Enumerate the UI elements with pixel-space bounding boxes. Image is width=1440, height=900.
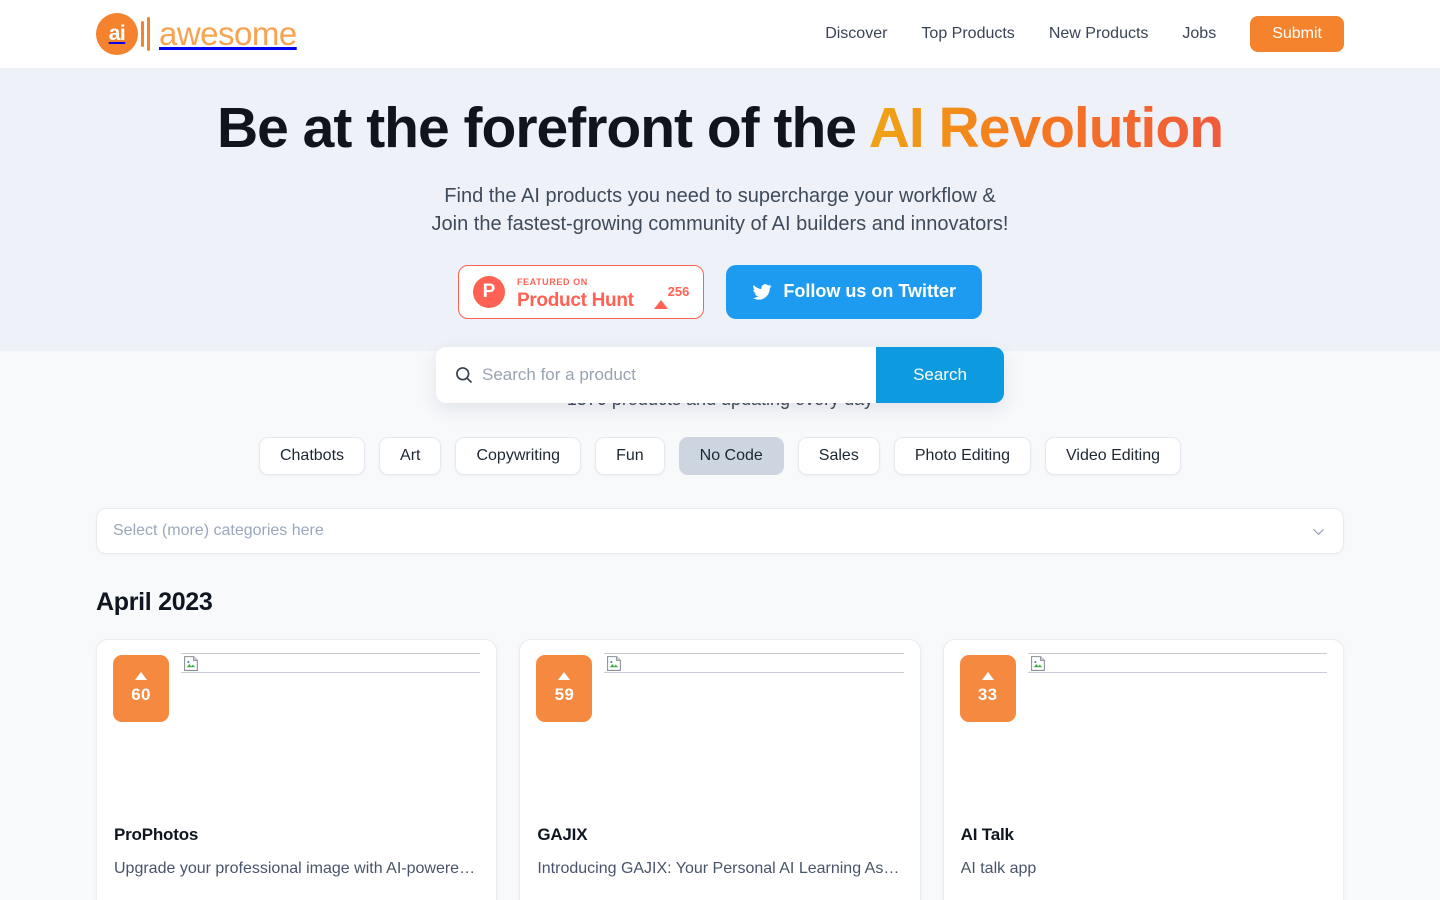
product-card[interactable]: 33 AI Talk AI talk app xyxy=(942,639,1344,900)
hero-section: Be at the forefront of the AI Revolution… xyxy=(0,69,1440,403)
product-hunt-vote-count: 256 xyxy=(667,283,690,299)
product-card-media: 59 xyxy=(520,640,919,825)
upvote-button[interactable]: 33 xyxy=(959,655,1016,722)
logo-wordmark: awesome xyxy=(159,15,297,52)
product-description: Introducing GAJIX: Your Personal AI Lear… xyxy=(537,860,903,877)
nav-item-new-products[interactable]: New Products xyxy=(1049,25,1149,43)
product-card-media: 60 xyxy=(97,640,496,825)
product-card-body: AI Talk AI talk app xyxy=(944,825,1343,878)
chevron-down-icon xyxy=(1313,528,1324,535)
product-card-grid: 60 ProPhotos Upgrade your professional i… xyxy=(96,639,1344,900)
nav-item-jobs[interactable]: Jobs xyxy=(1182,25,1216,43)
upvote-triangle-icon xyxy=(653,282,668,309)
product-card-body: GAJIX Introducing GAJIX: Your Personal A… xyxy=(520,825,919,878)
product-hunt-text: FEATURED ON Product Hunt xyxy=(517,272,634,311)
category-pill-sales[interactable]: Sales xyxy=(797,437,880,475)
page-title: Be at the forefront of the AI Revolution xyxy=(0,96,1440,162)
upvote-triangle-icon xyxy=(135,672,147,680)
hero-subtitle: Find the AI products you need to superch… xyxy=(0,182,1440,238)
product-title: AI Talk xyxy=(960,825,1014,844)
product-hunt-votes: 256 xyxy=(653,282,690,309)
follow-twitter-label: Follow us on Twitter xyxy=(783,281,957,302)
logo-mark-text: ai xyxy=(108,22,126,45)
category-pill-video-editing[interactable]: Video Editing xyxy=(1045,437,1182,475)
product-hunt-featured-label: FEATURED ON xyxy=(516,277,588,288)
broken-image-icon xyxy=(1030,655,1045,671)
nav-item-top-products[interactable]: Top Products xyxy=(921,25,1014,43)
product-image-placeholder xyxy=(1027,653,1327,673)
product-title: ProPhotos xyxy=(114,825,199,844)
upvote-count: 60 xyxy=(131,685,151,704)
upvote-triangle-icon xyxy=(558,672,571,680)
main-navigation: Discover Top Products New Products Jobs … xyxy=(825,16,1344,52)
category-select-placeholder: Select (more) categories here xyxy=(113,522,324,539)
upvote-triangle-icon xyxy=(981,672,994,680)
broken-image-icon xyxy=(607,655,622,671)
broken-image-icon xyxy=(184,655,198,671)
hero-subtitle-line-2: Join the fastest-growing community of AI… xyxy=(431,212,1009,235)
search-button[interactable]: Search xyxy=(876,347,1004,403)
product-hunt-badge[interactable]: P FEATURED ON Product Hunt 256 xyxy=(457,264,705,319)
category-select[interactable]: Select (more) categories here xyxy=(96,508,1344,554)
upvote-count: 59 xyxy=(554,685,575,704)
category-pill-row: Chatbots Art Copywriting Fun No Code Sal… xyxy=(0,437,1440,475)
hero-title-accent: AI Revolution xyxy=(868,96,1224,160)
search-bar: Search xyxy=(436,347,1004,403)
hero-cta-group: P FEATURED ON Product Hunt 256 Follow us… xyxy=(0,264,1440,319)
product-hunt-name: Product Hunt xyxy=(516,290,634,312)
search-icon xyxy=(436,347,482,403)
search-input[interactable] xyxy=(482,347,876,403)
site-header: ai awesome Discover Top Products New Pro… xyxy=(0,0,1440,69)
category-pill-art[interactable]: Art xyxy=(379,437,442,475)
logo[interactable]: ai awesome xyxy=(96,13,297,55)
submit-button[interactable]: Submit xyxy=(1250,16,1344,52)
product-card-media: 33 xyxy=(944,640,1343,825)
product-card[interactable]: 59 GAJIX Introducing GAJIX: Your Persona… xyxy=(519,639,921,900)
twitter-icon xyxy=(753,283,773,300)
upvote-button[interactable]: 59 xyxy=(536,655,593,722)
follow-twitter-button[interactable]: Follow us on Twitter xyxy=(726,264,983,319)
product-card[interactable]: 60 ProPhotos Upgrade your professional i… xyxy=(96,639,498,900)
upvote-count: 33 xyxy=(977,685,998,704)
product-hunt-logo-letter: P xyxy=(482,281,496,303)
category-pill-no-code[interactable]: No Code xyxy=(678,437,784,475)
product-description: AI talk app xyxy=(960,860,1037,877)
product-card-body: ProPhotos Upgrade your professional imag… xyxy=(97,825,496,878)
category-pill-copywriting[interactable]: Copywriting xyxy=(455,437,582,475)
listing-month-title: April 2023 xyxy=(96,588,213,616)
product-hunt-icon: P xyxy=(472,275,505,308)
category-pill-photo-editing[interactable]: Photo Editing xyxy=(893,437,1032,475)
logo-ai-circle-icon: ai xyxy=(96,13,138,55)
upvote-button[interactable]: 60 xyxy=(113,655,169,722)
hero-title-plain: Be at the forefront of the xyxy=(216,96,869,160)
product-description: Upgrade your professional image with AI-… xyxy=(114,860,476,877)
product-image-placeholder xyxy=(181,653,481,673)
category-pill-fun[interactable]: Fun xyxy=(595,437,665,475)
product-image-placeholder xyxy=(604,653,904,673)
nav-item-discover[interactable]: Discover xyxy=(825,25,887,43)
hero-subtitle-line-1: Find the AI products you need to superch… xyxy=(444,184,996,207)
category-pill-chatbots[interactable]: Chatbots xyxy=(258,437,366,475)
product-title: GAJIX xyxy=(537,825,588,844)
logo-bars-icon xyxy=(141,17,150,51)
